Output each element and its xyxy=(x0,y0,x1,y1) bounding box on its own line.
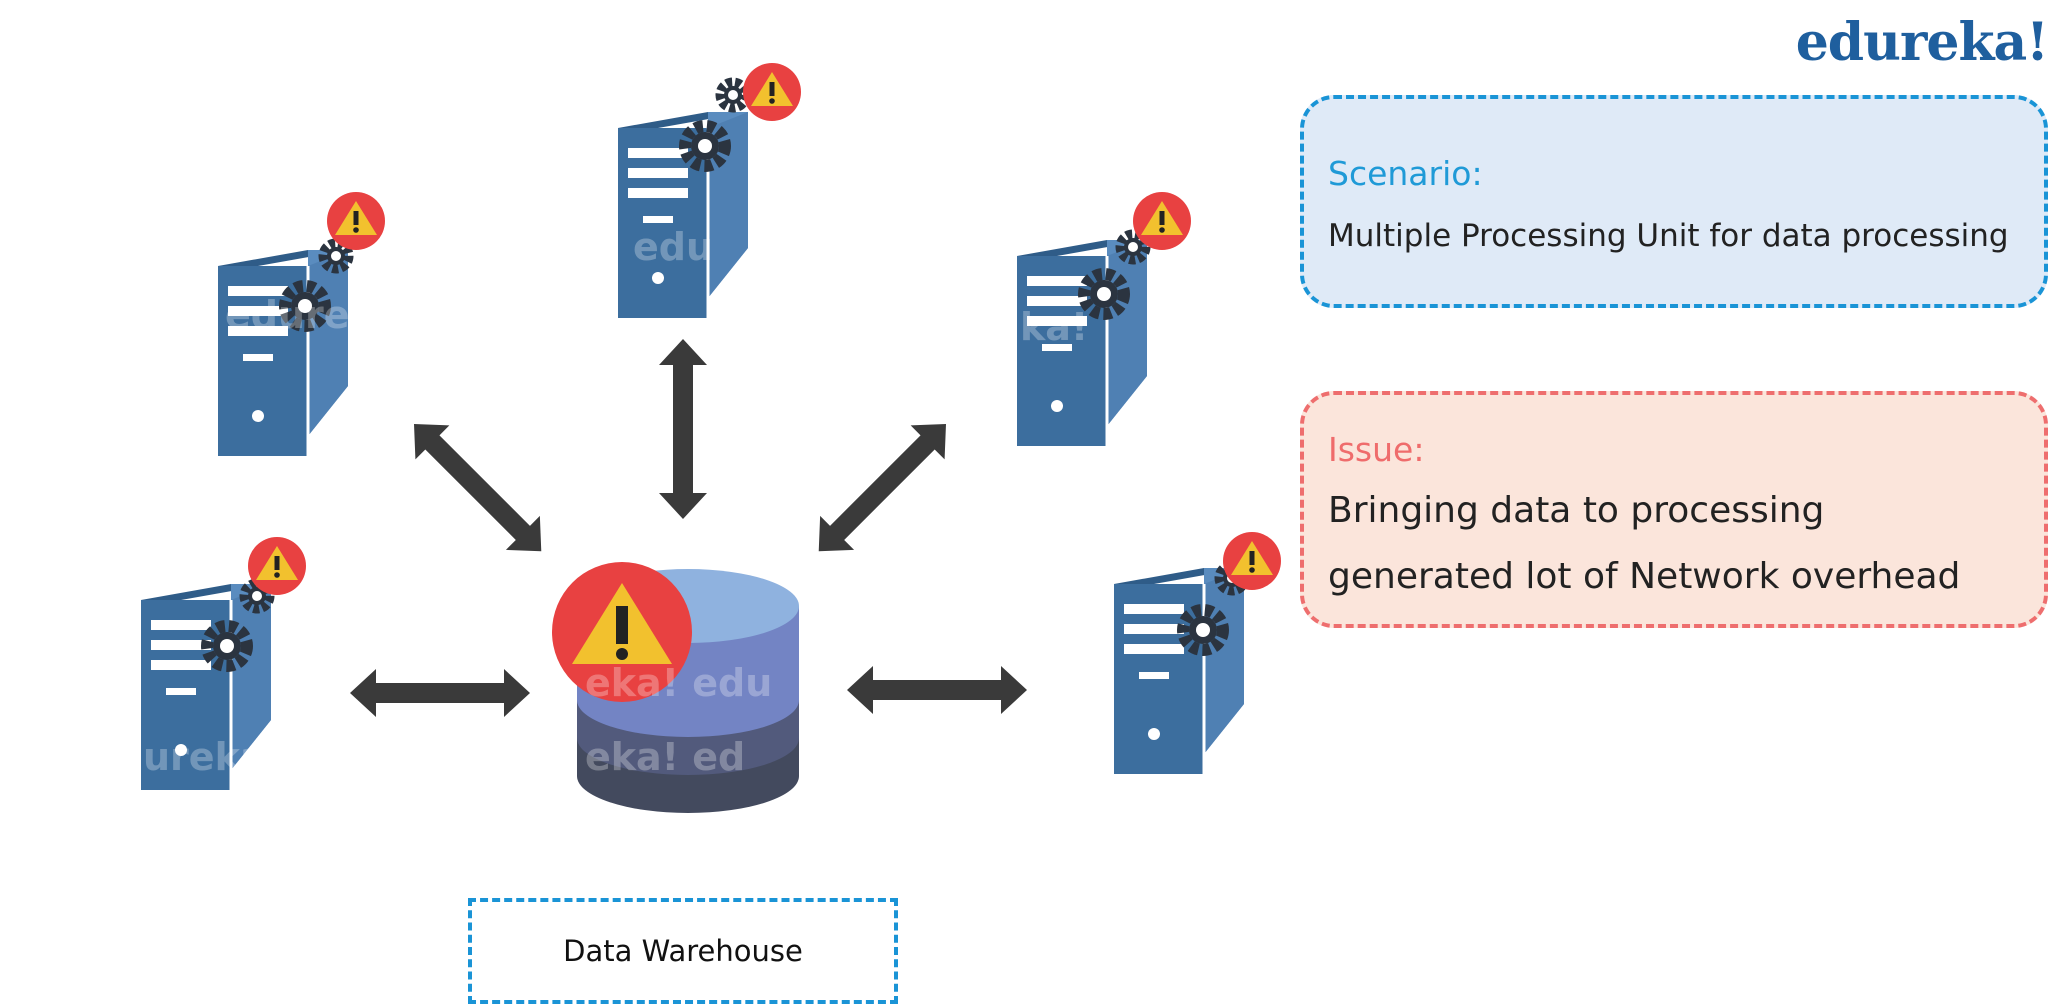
server-bottom-right xyxy=(1112,532,1281,776)
svg-text:edu: edu xyxy=(633,225,713,269)
svg-text:eka! edu: eka! edu xyxy=(585,661,772,705)
scenario-heading: Scenario: xyxy=(1328,154,1483,193)
warning-icon xyxy=(1223,532,1281,590)
svg-text:edure: edure xyxy=(225,293,350,337)
svg-text:eka! ed: eka! ed xyxy=(585,735,745,779)
double-arrow-icon xyxy=(801,407,963,569)
warning-icon xyxy=(327,192,385,250)
svg-text:ka!: ka! xyxy=(1020,305,1088,349)
architecture-diagram: edu edure ka! eka! edu eka! ed ureka! xyxy=(139,63,1281,813)
data-warehouse-label: Data Warehouse xyxy=(468,898,898,1004)
double-arrow-icon xyxy=(659,339,707,519)
server-top xyxy=(616,63,801,320)
issue-text: Bringing data to processing generated lo… xyxy=(1328,490,1961,597)
edureka-logo: edureka! xyxy=(1795,12,2048,73)
warning-icon xyxy=(248,537,306,595)
scenario-text: Multiple Processing Unit for data proces… xyxy=(1328,218,2009,254)
data-warehouse-text: Data Warehouse xyxy=(563,934,803,968)
svg-text:ureka!: ureka! xyxy=(143,735,283,779)
scenario-box: Scenario: Multiple Processing Unit for d… xyxy=(1300,95,2048,308)
warning-icon xyxy=(1133,192,1191,250)
double-arrow-icon xyxy=(397,407,559,569)
double-arrow-icon xyxy=(847,666,1027,714)
double-arrow-icon xyxy=(350,669,530,717)
issue-heading: Issue: xyxy=(1328,430,1425,469)
issue-box: Issue: Bringing data to processing gener… xyxy=(1300,391,2048,628)
warning-icon xyxy=(743,63,801,121)
